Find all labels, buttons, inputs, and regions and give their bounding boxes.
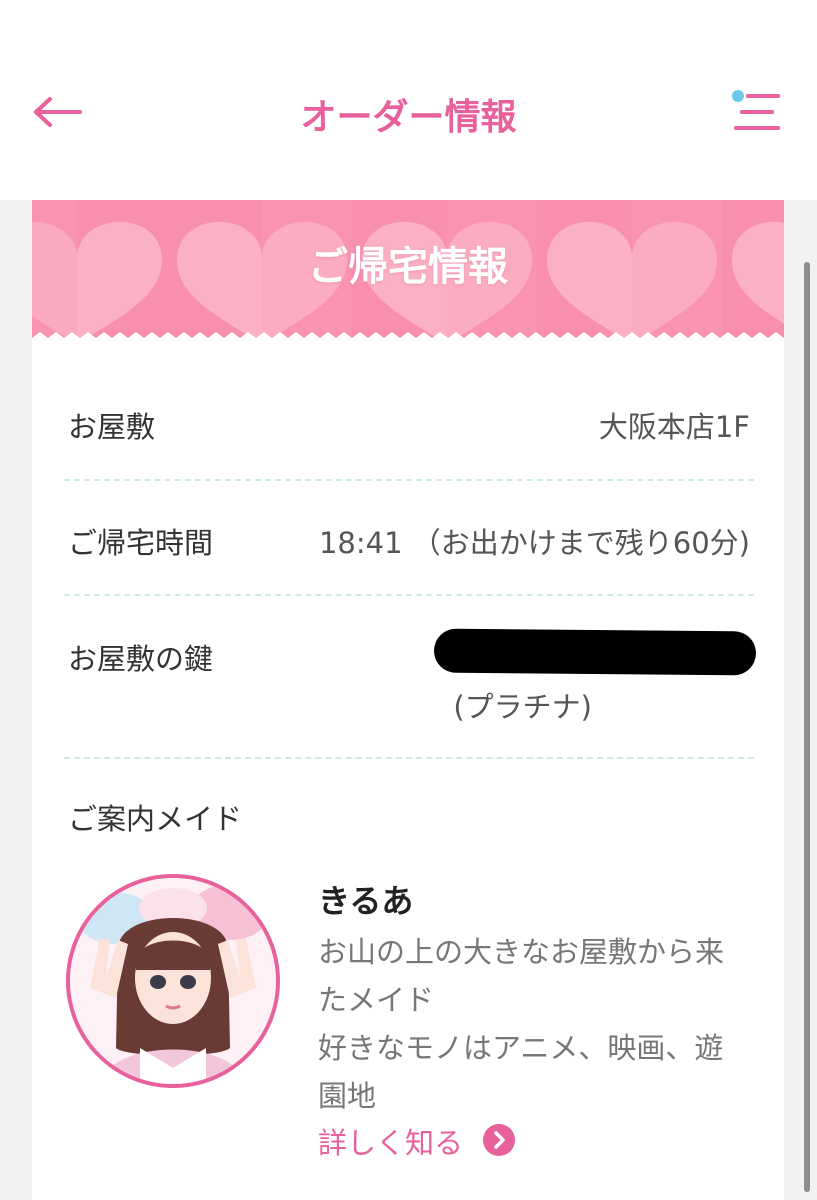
redaction-mark <box>632 638 754 672</box>
maid-photo <box>70 878 276 1084</box>
maid-description-line: 園地 <box>318 1079 377 1113</box>
maid-description: お山の上の大きなお屋敷から来 たメイド 好きなモノはアニメ、映画、遊 園地 <box>318 928 758 1120</box>
app-header: オーダー情報 <box>0 0 817 200</box>
divider <box>64 594 754 596</box>
section-title: ご帰宅情報 <box>308 244 508 290</box>
learn-more-button[interactable] <box>482 1123 516 1157</box>
menu-button[interactable] <box>728 86 784 138</box>
maid-description-line: たメイド <box>318 983 435 1017</box>
chevron-right-circle-icon <box>483 1124 515 1156</box>
maid-avatar <box>70 878 276 1084</box>
maid-name: きるあ <box>318 882 414 920</box>
menu-icon <box>732 90 780 130</box>
mansion-value: 大阪本店1F <box>598 410 750 444</box>
maid-avatar-frame[interactable] <box>66 874 280 1088</box>
scrollbar[interactable] <box>804 262 810 1192</box>
maid-section-label: ご案内メイド <box>68 802 243 836</box>
order-info-card: ご帰宅情報 お屋敷 大阪本店1F ご帰宅時間 18:41 （お出かけまで残り60… <box>32 200 784 1200</box>
divider <box>64 757 754 759</box>
maid-description-line: 好きなモノはアニメ、映画、遊 <box>318 1031 724 1065</box>
return-time-label: ご帰宅時間 <box>68 526 214 560</box>
maid-description-line: お山の上の大きなお屋敷から来 <box>318 935 725 969</box>
section-banner: ご帰宅情報 <box>32 200 784 346</box>
divider <box>64 479 754 481</box>
mansion-label: お屋敷 <box>68 410 156 444</box>
return-time-value: 18:41 （お出かけまで残り60分) <box>318 526 750 560</box>
mansion-key-label: お屋敷の鍵 <box>68 642 214 676</box>
learn-more-link[interactable]: 詳しく知る <box>318 1120 463 1162</box>
key-rank: (プラチナ) <box>453 690 592 724</box>
page-title: オーダー情報 <box>300 97 517 138</box>
